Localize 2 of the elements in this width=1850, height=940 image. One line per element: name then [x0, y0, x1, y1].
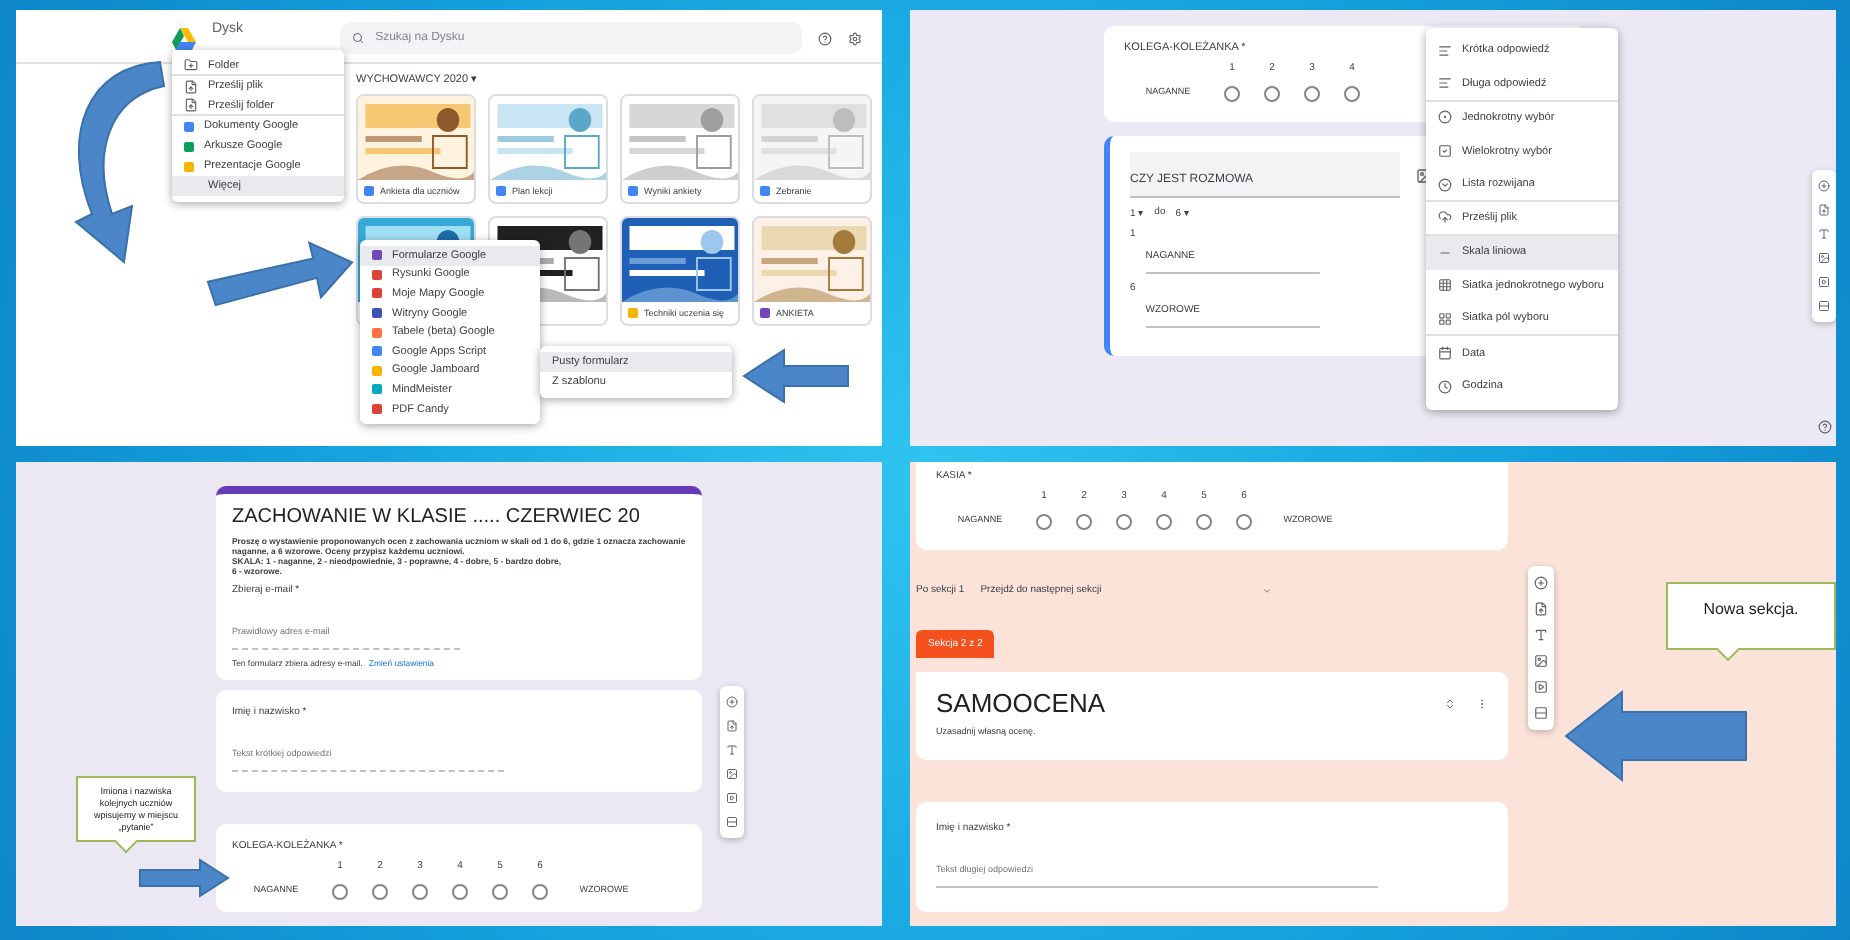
section-title: SAMOOCENA: [936, 688, 1106, 718]
form-title: ZACHOWANIE W KLASIE ..... CZERWIEC 20: [232, 506, 640, 528]
